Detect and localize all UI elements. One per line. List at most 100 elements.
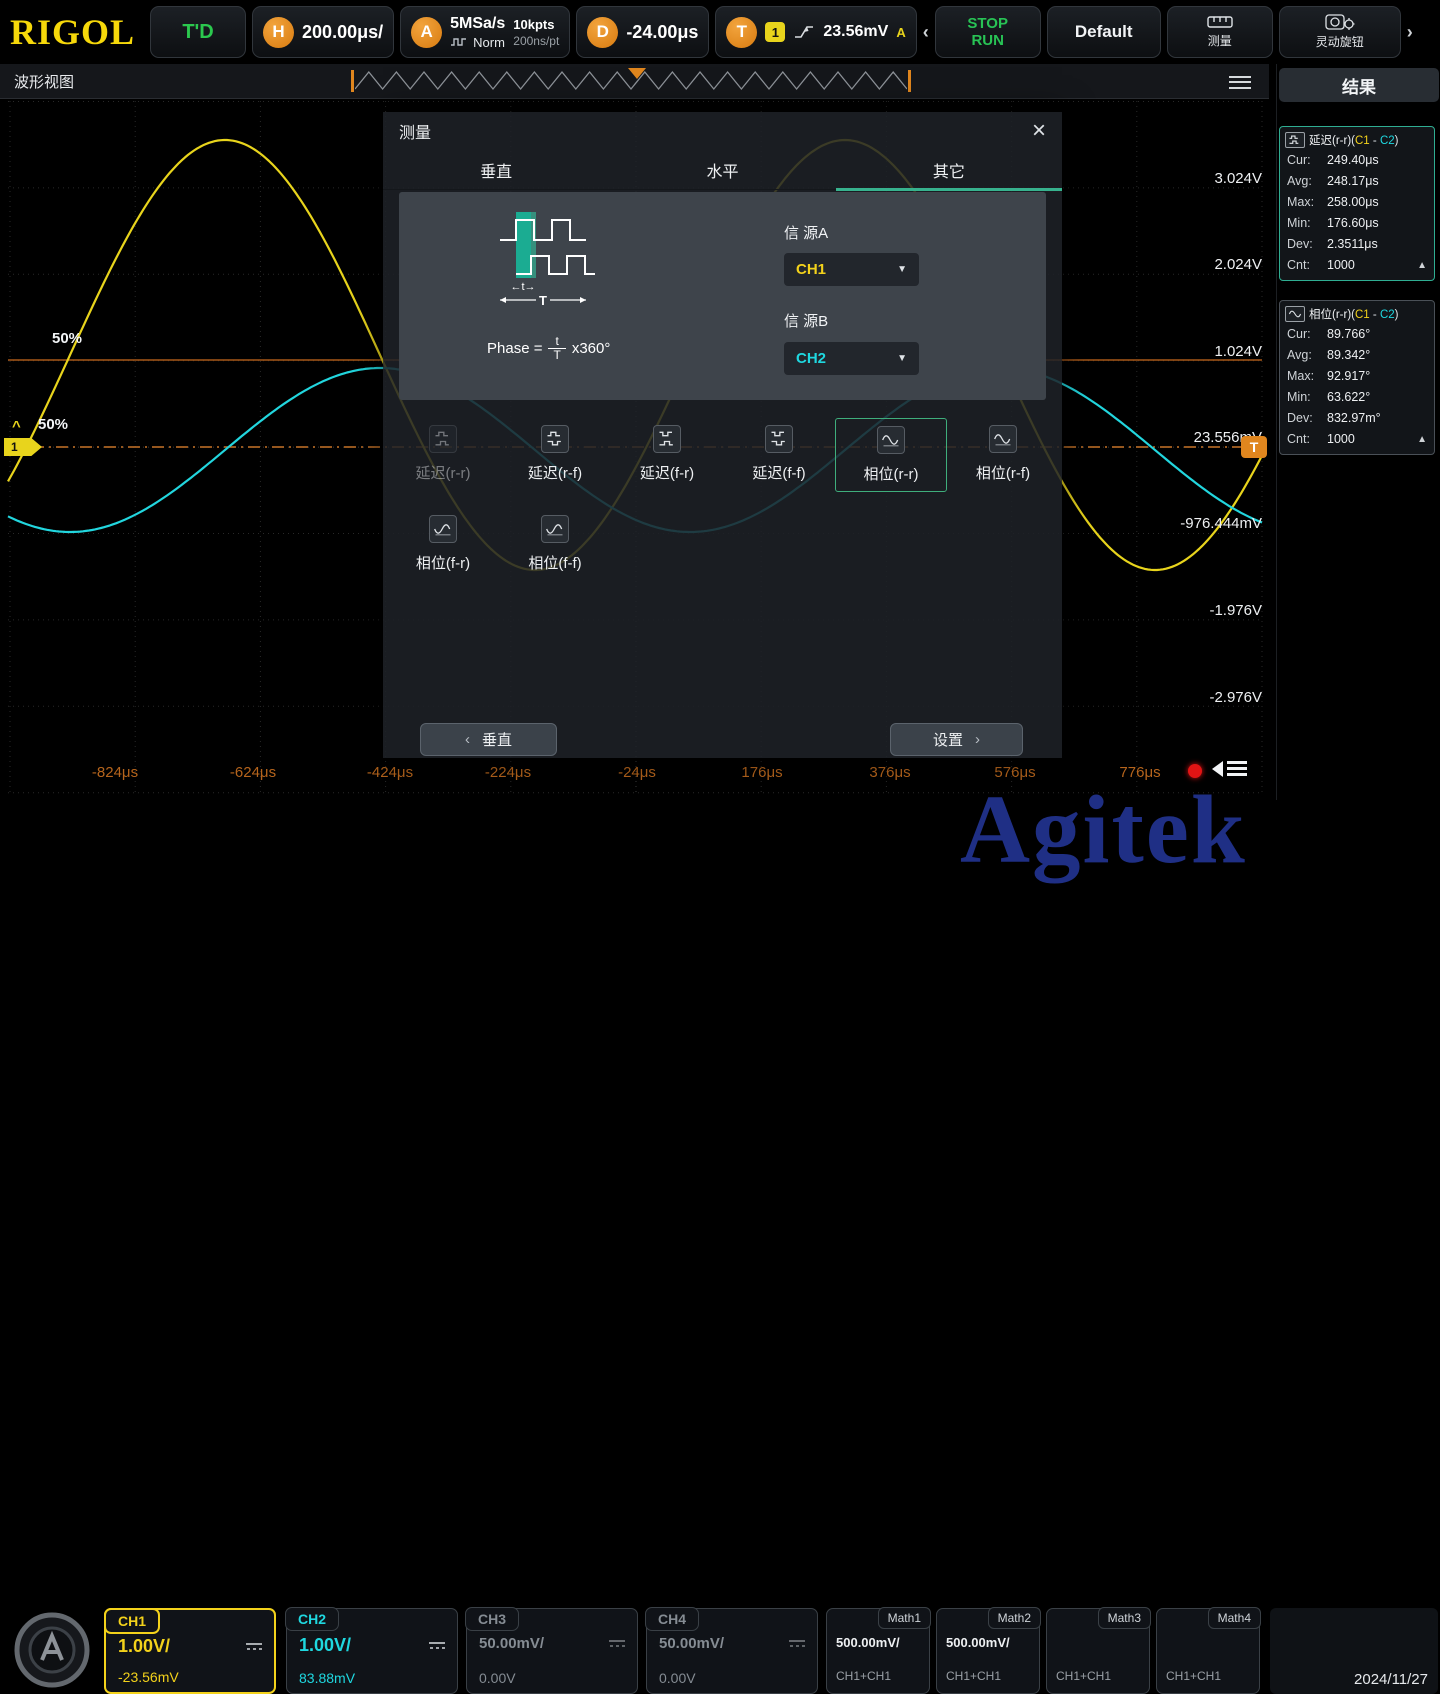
acquire-settings[interactable]: A 5MSa/s Norm 10kpts 200ns/pt [400,6,570,58]
t-axis-label: -424μs [367,764,413,781]
preview-right-marker[interactable] [908,70,911,92]
channel-card-ch2[interactable]: CH2 1.00V/ 83.88mV [286,1608,458,1694]
tab-horizontal[interactable]: 水平 [609,150,835,189]
record-indicator-dot [1188,764,1202,778]
expand-triangle-icon[interactable]: ▲ [1417,255,1427,276]
t-axis-label: 776μs [1119,764,1160,781]
rigol-logo: RIGOL [0,11,147,53]
trigger-settings[interactable]: T 1 23.56mV A [715,6,916,58]
run-stop-button[interactable]: STOP RUN [935,6,1041,58]
delay-icon [653,425,681,453]
math-card-3[interactable]: Math3 CH1+CH1 [1046,1608,1150,1694]
coupling-dc-icon [244,1641,264,1653]
phase-diagram: ←t→ T [494,210,664,315]
a-badge: A [411,17,442,48]
smart-knob-label: 灵动旋钮 [1316,33,1364,50]
settings-button[interactable]: 设置 › [890,723,1023,756]
trigger-position-marker[interactable] [628,68,646,79]
result-row: Min:63.622° [1280,387,1434,408]
back-vertical-button[interactable]: ‹ 垂直 [420,723,557,756]
source-a-dropdown[interactable]: CH1 ▼ [784,253,919,286]
quick-menu-bars [1227,758,1247,779]
source-b-dropdown[interactable]: CH2 ▼ [784,342,919,375]
result-row: Cnt:1000▲ [1280,255,1434,280]
preview-left-marker[interactable] [351,70,354,92]
v-axis-label: 1.024V [1152,343,1262,360]
sample-rate: 5MSa/s [450,15,505,33]
collapse-right-chevron[interactable]: › [1404,22,1416,43]
collapse-left-chevron[interactable]: ‹ [920,22,932,43]
v-axis-label: -1.976V [1152,602,1262,619]
trigger-level-marker[interactable]: T [1241,436,1267,458]
ch1-offscreen-caret: ^ [12,418,21,435]
trigger-status[interactable]: T'D [150,6,246,58]
v-axis-label: 2.024V [1152,256,1262,273]
delay-settings[interactable]: D -24.00μs [576,6,709,58]
math-card-1[interactable]: Math1 500.00mV/ CH1+CH1 [826,1608,930,1694]
result-card-delay[interactable]: 延迟(r-r)(C1 - C2) Cur:249.40μs Avg:248.17… [1279,126,1435,281]
delay-value: -24.00μs [626,22,698,43]
trigger-slope-icon [793,23,815,41]
channel-card-ch4[interactable]: CH4 50.00mV/ 0.00V [646,1608,818,1694]
item-phase-rf[interactable]: 相位(r-f) [947,418,1059,492]
math-card-2[interactable]: Math2 500.00mV/ CH1+CH1 [936,1608,1040,1694]
tab-vertical[interactable]: 垂直 [383,150,609,189]
measure-items-row-2: 相位(f-r) 相位(f-f) [387,508,611,580]
result-card-phase[interactable]: 相位(r-r)(C1 - C2) Cur:89.766° Avg:89.342°… [1279,300,1435,455]
phase-icon [877,426,905,454]
channel-card-ch1[interactable]: CH1 1.00V/ -23.56mV [104,1608,276,1694]
measure-phase-icon [1285,306,1305,322]
memory-depth: 10kpts [513,17,559,32]
channel-card-ch3[interactable]: CH3 50.00mV/ 0.00V [466,1608,638,1694]
quick-menu-arrow [1212,761,1223,777]
math-card-4[interactable]: Math4 CH1+CH1 [1156,1608,1260,1694]
dialog-title: 测量 [399,119,431,143]
fifty-percent-label-1: 50% [52,330,82,347]
phase-icon [989,425,1017,453]
phase-icon [429,515,457,543]
delay-icon [765,425,793,453]
horizontal-settings[interactable]: H 200.00μs/ [252,6,394,58]
acquire-mode: Norm [473,35,505,50]
expand-triangle-icon[interactable]: ▲ [1417,429,1427,450]
tab-other[interactable]: 其它 [836,150,1062,189]
item-phase-fr[interactable]: 相位(f-r) [387,508,499,580]
phase-formula: Phase = tT x360° [487,335,610,362]
item-phase-ff[interactable]: 相位(f-f) [499,508,611,580]
item-phase-rr[interactable]: 相位(r-r) [835,418,947,492]
record-preview-strip[interactable] [355,68,907,94]
result-card-header: 延迟(r-r)(C1 - C2) [1280,127,1434,150]
t-axis-label: -224μs [485,764,531,781]
channel-tab: CH3 [465,1607,519,1631]
top-bar: RIGOL T'D H 200.00μs/ A 5MSa/s Norm 10kp… [0,0,1440,64]
smart-knob-button[interactable]: 灵动旋钮 [1279,6,1401,58]
svg-text:←t→: ←t→ [510,281,535,293]
t-axis-label: -24μs [618,764,656,781]
chevron-down-icon: ▼ [897,264,907,275]
t-axis-label: 176μs [741,764,782,781]
bottom-bar: CH1 1.00V/ -23.56mV CH2 1.00V/ 83.88mV C… [0,800,1440,899]
t-axis-label: 376μs [869,764,910,781]
result-row: Max:258.00μs [1280,192,1434,213]
waveform-menu-icon[interactable] [1229,72,1251,92]
item-delay-rr[interactable]: 延迟(r-r) [387,418,499,492]
close-icon[interactable]: × [1032,120,1046,142]
coupling-dc-icon [607,1638,627,1650]
item-delay-fr[interactable]: 延迟(f-r) [611,418,723,492]
item-delay-ff[interactable]: 延迟(f-f) [723,418,835,492]
default-button[interactable]: Default [1047,6,1161,58]
v-axis-label: -976.444mV [1152,515,1262,532]
coupling-dc-icon [787,1638,807,1650]
measure-label: 测量 [1208,32,1232,49]
measure-button[interactable]: 测量 [1167,6,1273,58]
default-label: Default [1075,22,1133,42]
result-row: Min:176.60μs [1280,213,1434,234]
quick-menu-icon[interactable] [1212,758,1247,779]
delay-icon [429,425,457,453]
rigol-knob-icon[interactable] [12,1610,92,1690]
measure-tabs: 垂直 水平 其它 [383,150,1062,190]
sample-resolution: 200ns/pt [513,34,559,48]
measure-dialog: 测量 × 垂直 水平 其它 ←t→ T Phase = tT x360° [383,112,1062,758]
clock-panel[interactable]: 2024/11/27 [1270,1608,1438,1694]
item-delay-rf[interactable]: 延迟(r-f) [499,418,611,492]
